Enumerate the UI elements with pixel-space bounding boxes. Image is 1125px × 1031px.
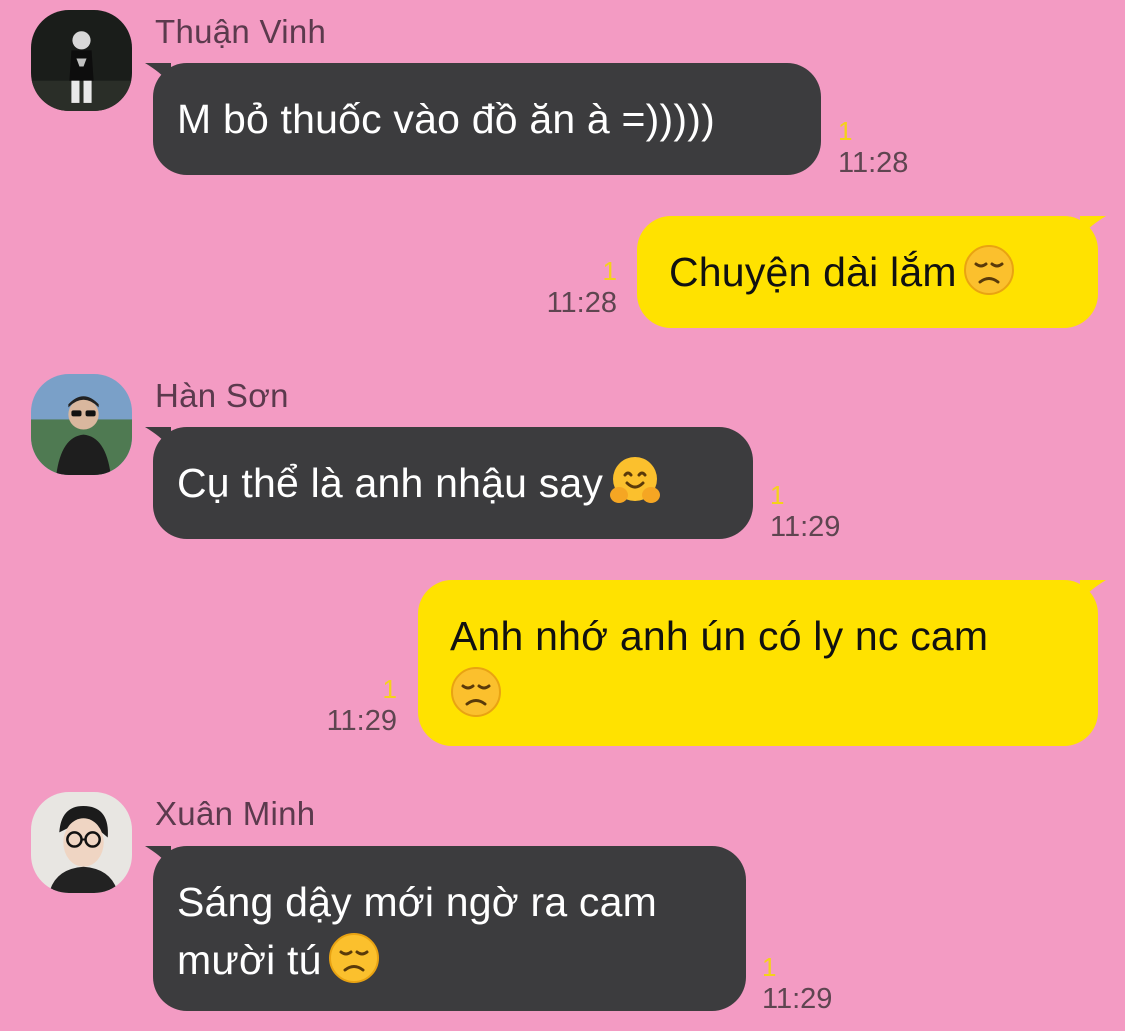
unread-count: 1 bbox=[838, 116, 853, 146]
hugging-face-icon bbox=[609, 455, 661, 507]
message-time: 11:28 bbox=[838, 147, 909, 179]
message-bubble[interactable]: Cụ thể là anh nhậu say bbox=[145, 427, 753, 539]
avatar[interactable] bbox=[31, 374, 132, 475]
message-bubble[interactable]: Sáng dậy mới ngờ ra cam mười tú bbox=[145, 846, 746, 1011]
message-time: 11:29 bbox=[770, 511, 841, 543]
message-bubble[interactable]: Chuyện dài lắm bbox=[637, 216, 1106, 328]
unread-count: 1 bbox=[602, 256, 617, 286]
message-text: Chuyện dài lắm bbox=[669, 249, 957, 295]
message-meta: 1 11:29 bbox=[770, 480, 840, 544]
message-meta: 1 11:28 bbox=[547, 256, 617, 320]
avatar[interactable] bbox=[31, 10, 132, 111]
disappointed-face-icon bbox=[963, 244, 1015, 296]
disappointed-face-icon bbox=[328, 932, 380, 984]
bubble-tail bbox=[1080, 580, 1106, 602]
unread-count: 1 bbox=[770, 480, 785, 510]
bubble-tail bbox=[145, 846, 171, 868]
message-meta: 1 11:29 bbox=[762, 952, 832, 1016]
bubble-tail bbox=[1080, 216, 1106, 238]
unread-count: 1 bbox=[762, 952, 777, 982]
sender-name: Hàn Sơn bbox=[155, 377, 289, 414]
message-text: Cụ thể là anh nhậu say bbox=[177, 460, 604, 506]
message-time: 11:29 bbox=[326, 705, 397, 737]
avatar[interactable] bbox=[31, 792, 132, 893]
message-text: M bỏ thuốc vào đồ ăn à =))))) bbox=[177, 96, 715, 142]
message-meta: 1 11:28 bbox=[838, 116, 908, 180]
message-bubble[interactable]: Anh nhớ anh ún có ly nc cam bbox=[418, 580, 1106, 746]
message-text: Sáng dậy mới ngờ ra cam mười tú bbox=[177, 879, 657, 983]
unread-count: 1 bbox=[382, 674, 397, 704]
message-bubble[interactable]: M bỏ thuốc vào đồ ăn à =))))) bbox=[145, 63, 821, 175]
bubble-tail bbox=[145, 63, 171, 85]
chat-view: Thuận Vinh M bỏ thuốc vào đồ ăn à =)))))… bbox=[0, 0, 1125, 1031]
message-time: 11:28 bbox=[546, 287, 617, 319]
message-text: Anh nhớ anh ún có ly nc cam bbox=[450, 613, 989, 659]
disappointed-face-icon bbox=[450, 666, 502, 718]
message-meta: 1 11:29 bbox=[327, 674, 397, 738]
bubble-tail bbox=[145, 427, 171, 449]
sender-name: Xuân Minh bbox=[155, 795, 316, 832]
sender-name: Thuận Vinh bbox=[155, 13, 327, 50]
message-time: 11:29 bbox=[762, 983, 833, 1015]
